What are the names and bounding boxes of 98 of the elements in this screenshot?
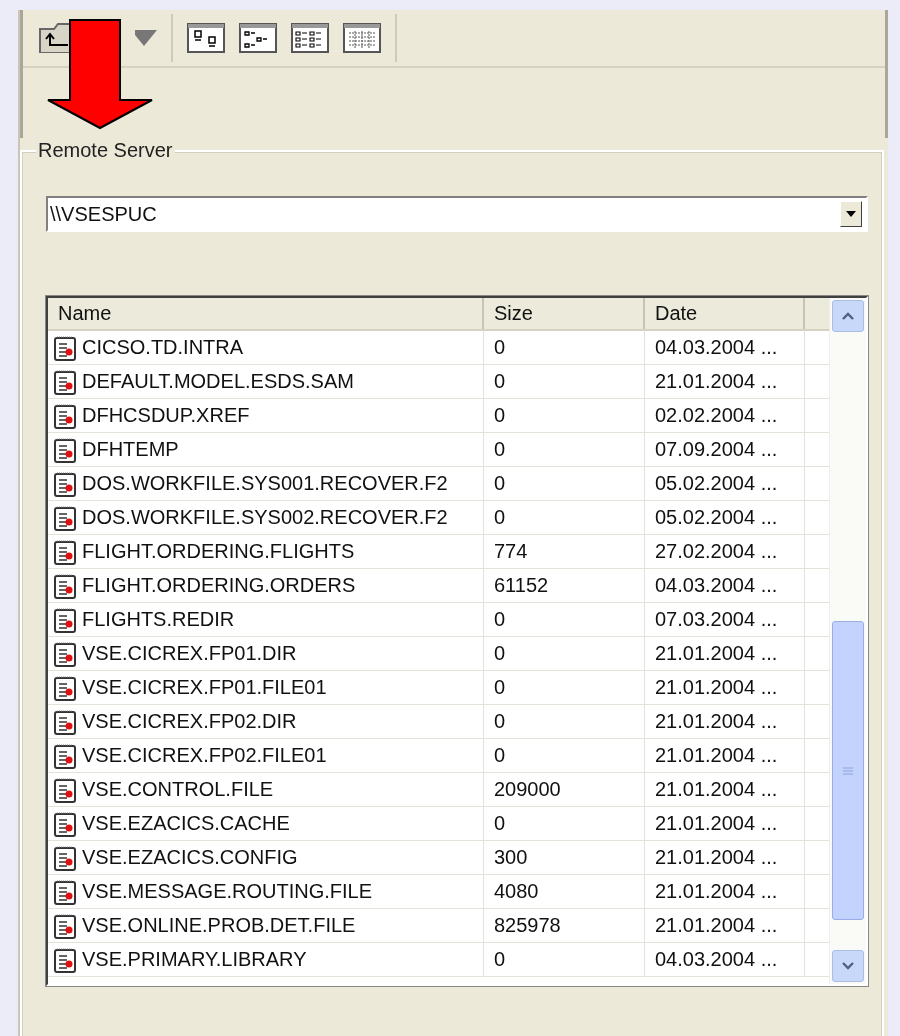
date-cell: 27.02.2004 ... (645, 535, 805, 568)
date-cell: 04.03.2004 ... (645, 331, 805, 364)
file-icon (54, 946, 76, 973)
file-name[interactable]: CICSO.TD.INTRA (48, 331, 484, 364)
date-cell: 21.01.2004 ... (645, 739, 805, 772)
size-cell: 0 (484, 671, 645, 704)
file-icon (54, 742, 76, 769)
grip-icon (843, 766, 853, 775)
size-cell: 0 (484, 433, 645, 466)
scroll-thumb[interactable] (832, 621, 864, 920)
size-cell: 0 (484, 739, 645, 772)
file-name[interactable]: VSE.MESSAGE.ROUTING.FILE (48, 875, 484, 908)
file-icon (54, 810, 76, 837)
caret-icon (846, 211, 856, 217)
file-name[interactable]: VSE.ONLINE.PROB.DET.FILE (48, 909, 484, 942)
caret-icon (135, 30, 157, 46)
size-cell: 209000 (484, 773, 645, 806)
view-button[interactable] (239, 23, 277, 53)
date-cell: 21.01.2004 ... (645, 841, 805, 874)
file-name[interactable]: DEFAULT.MODEL.ESDS.SAM (48, 365, 484, 398)
date-cell: 04.03.2004 ... (645, 943, 805, 976)
file-icon (54, 878, 76, 905)
view-icon (291, 23, 329, 53)
file-icon (54, 776, 76, 803)
file-name[interactable]: VSE.PRIMARY.LIBRARY (48, 943, 484, 976)
column-header[interactable]: Date (645, 298, 805, 329)
file-icon (54, 674, 76, 701)
date-cell: 21.01.2004 ... (645, 637, 805, 670)
date-cell: 05.02.2004 ... (645, 467, 805, 500)
size-cell: 0 (484, 467, 645, 500)
server-combo[interactable]: \\VSESPUC (46, 196, 868, 232)
file-icon (54, 606, 76, 633)
file-name[interactable]: DOS.WORKFILE.SYS002.RECOVER.F2 (48, 501, 484, 534)
size-cell: 0 (484, 637, 645, 670)
file-icon (54, 334, 76, 361)
size-cell: 4080 (484, 875, 645, 908)
view-icon (239, 23, 277, 53)
date-cell: 21.01.2004 ... (645, 807, 805, 840)
file-name[interactable]: VSE.CICREX.FP02.DIR (48, 705, 484, 738)
file-name[interactable]: FLIGHTS.REDIR (48, 603, 484, 636)
file-name[interactable]: VSE.EZACICS.CACHE (48, 807, 484, 840)
view-button[interactable] (187, 23, 225, 53)
date-cell: 21.01.2004 ... (645, 705, 805, 738)
file-icon (54, 538, 76, 565)
size-cell: 0 (484, 807, 645, 840)
scroll-up-button[interactable] (832, 300, 864, 332)
size-cell: 825978 (484, 909, 645, 942)
file-name[interactable]: DFHCSDUP.XREF (48, 399, 484, 432)
size-cell: 0 (484, 331, 645, 364)
date-cell: 21.01.2004 ... (645, 909, 805, 942)
scroll-down-button[interactable] (832, 950, 864, 982)
file-name[interactable]: VSE.CICREX.FP01.FILE01 (48, 671, 484, 704)
size-cell: 0 (484, 365, 645, 398)
view-button[interactable] (343, 23, 381, 53)
date-cell: 21.01.2004 ... (645, 365, 805, 398)
file-name[interactable]: VSE.CONTROL.FILE (48, 773, 484, 806)
file-icon (54, 912, 76, 939)
file-icon (54, 708, 76, 735)
date-cell: 02.02.2004 ... (645, 399, 805, 432)
file-name[interactable]: VSE.CICREX.FP01.DIR (48, 637, 484, 670)
scrollbar[interactable] (829, 298, 866, 984)
file-name[interactable]: DFHTEMP (48, 433, 484, 466)
size-cell: 0 (484, 603, 645, 636)
file-icon (54, 436, 76, 463)
file-icon (54, 368, 76, 395)
size-cell: 774 (484, 535, 645, 568)
column-header[interactable]: Name (48, 298, 484, 329)
date-cell: 21.01.2004 ... (645, 773, 805, 806)
dropdown-button[interactable] (840, 201, 862, 227)
column-header[interactable]: Size (484, 298, 645, 329)
size-cell: 0 (484, 705, 645, 738)
file-icon (54, 470, 76, 497)
file-name[interactable]: VSE.CICREX.FP02.FILE01 (48, 739, 484, 772)
caret-up-icon (842, 312, 854, 320)
size-cell: 0 (484, 399, 645, 432)
size-cell: 0 (484, 501, 645, 534)
size-cell: 0 (484, 943, 645, 976)
caret-down-icon (842, 962, 854, 970)
date-cell: 21.01.2004 ... (645, 875, 805, 908)
file-icon (54, 572, 76, 599)
file-name[interactable]: FLIGHT.ORDERING.ORDERS (48, 569, 484, 602)
file-icon (54, 504, 76, 531)
date-cell: 05.02.2004 ... (645, 501, 805, 534)
view-icon (343, 23, 381, 53)
file-icon (54, 640, 76, 667)
view-button[interactable] (291, 23, 329, 53)
date-cell: 07.09.2004 ... (645, 433, 805, 466)
file-name[interactable]: VSE.EZACICS.CONFIG (48, 841, 484, 874)
file-name[interactable]: FLIGHT.ORDERING.FLIGHTS (48, 535, 484, 568)
file-icon (54, 402, 76, 429)
view-icon (187, 23, 225, 53)
date-cell: 04.03.2004 ... (645, 569, 805, 602)
file-icon (54, 844, 76, 871)
date-cell: 21.01.2004 ... (645, 671, 805, 704)
file-name[interactable]: DOS.WORKFILE.SYS001.RECOVER.F2 (48, 467, 484, 500)
date-cell: 07.03.2004 ... (645, 603, 805, 636)
size-cell: 61152 (484, 569, 645, 602)
size-cell: 300 (484, 841, 645, 874)
